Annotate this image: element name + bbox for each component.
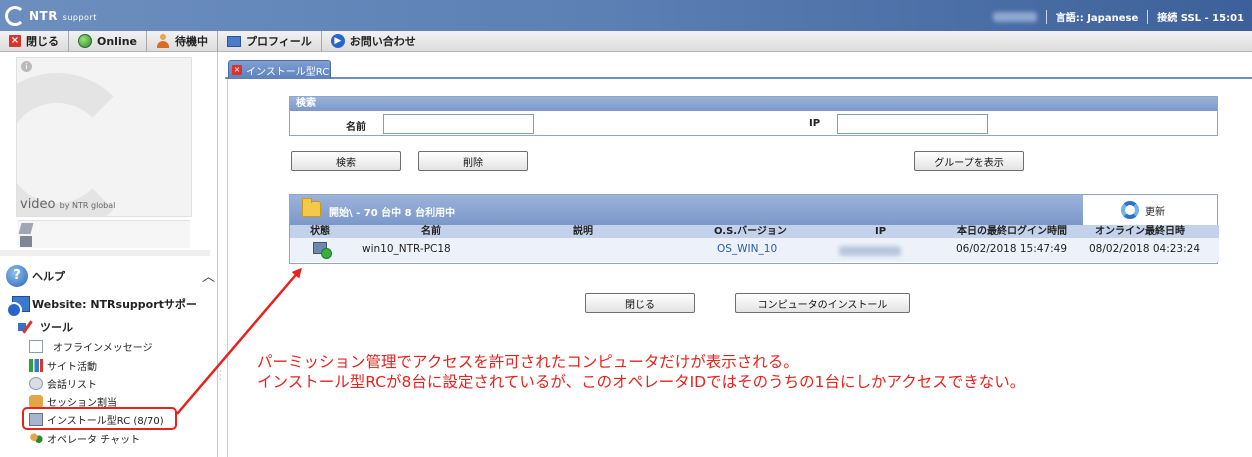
ip-label: IP	[809, 118, 821, 129]
search-panel: 検索 名前 IP	[289, 96, 1218, 136]
table-row[interactable]: win10_NTR-PC18 OS_WIN_10 06/02/2018 15:4…	[290, 238, 1219, 262]
name-input[interactable]	[383, 114, 534, 134]
close-button[interactable]: × 閉じる	[0, 30, 69, 52]
language-selector[interactable]: 言語:: Japanese	[1056, 9, 1139, 24]
show-groups-button[interactable]: グループを表示	[914, 151, 1024, 171]
close-icon: ×	[9, 35, 21, 47]
name-label: 名前	[346, 122, 366, 133]
chart-icon	[29, 359, 43, 372]
row-os: OS_WIN_10	[717, 243, 778, 255]
col-name[interactable]: 名前	[421, 225, 441, 238]
list-icon	[29, 377, 43, 390]
header-status-area: 言語:: Japanese 接続 SSL - 15:01	[992, 9, 1244, 24]
online-status-button[interactable]: Online	[69, 30, 148, 52]
box-icon[interactable]	[20, 236, 32, 247]
col-status[interactable]: 状態	[310, 225, 330, 238]
globe-icon	[78, 34, 92, 48]
pen-icon[interactable]	[18, 223, 34, 234]
computer-online-icon	[313, 242, 332, 259]
annotation-line-1: パーミッション管理でアクセスを許可されたコンピュータだけが表示される。	[257, 353, 799, 371]
video-label: video by NTR global	[20, 197, 116, 212]
results-title: 開始\ - 70 台中 8 台利用中	[329, 208, 456, 219]
website-icon	[6, 293, 30, 318]
help-icon: ?	[6, 265, 28, 287]
profile-button[interactable]: プロフィール	[218, 30, 322, 52]
refresh-icon	[1121, 201, 1139, 219]
row-last-login: 06/02/2018 15:47:49	[956, 243, 1068, 255]
sidebar-item-conversation-list[interactable]: 会話リスト	[29, 376, 97, 391]
close-dialog-button[interactable]: 閉じる	[585, 293, 695, 313]
connection-status: 接続 SSL - 15:01	[1157, 13, 1244, 24]
ip-input[interactable]	[837, 114, 988, 134]
sidebar-item-offline-message[interactable]: オフラインメッセージ	[29, 339, 153, 354]
tab-strip: × インストール型RC	[225, 59, 1252, 79]
install-computer-button[interactable]: コンピュータのインストール	[735, 293, 910, 313]
tab-close-icon[interactable]: ×	[232, 65, 242, 75]
tab-installed-rc[interactable]: × インストール型RC	[228, 60, 331, 79]
sidebar-item-tools[interactable]: ツール	[18, 319, 73, 335]
message-icon	[29, 340, 43, 353]
profile-card-icon	[227, 35, 242, 47]
arrow-right-icon: ▶	[330, 34, 345, 48]
sidebar-item-site-activity[interactable]: サイト活動	[29, 358, 97, 373]
video-panel: i video by NTR global	[16, 57, 192, 217]
info-icon[interactable]: i	[21, 61, 32, 72]
tools-icon	[18, 320, 36, 334]
results-header: 開始\ - 70 台中 8 台利用中 更新	[290, 195, 1217, 225]
col-last-online[interactable]: オンライン最終日時	[1095, 225, 1185, 238]
standby-button[interactable]: 待機中	[147, 30, 219, 52]
refresh-button[interactable]: 更新	[1083, 195, 1217, 225]
video-controls	[18, 220, 190, 248]
search-button[interactable]: 検索	[291, 151, 401, 171]
chat-icon	[29, 432, 43, 445]
row-ip-redacted	[839, 246, 901, 256]
annotation-text: パーミッション管理でアクセスを許可されたコンピュータだけが表示される。 インスト…	[257, 352, 1025, 392]
col-last-login[interactable]: 本日の最終ログイン時間	[957, 225, 1067, 238]
computer-list-panel: 開始\ - 70 台中 8 台利用中 更新 状態 名前 説明 O.S.バージョン…	[289, 194, 1219, 264]
top-header-bar: NTR support 言語:: Japanese 接続 SSL - 15:01	[0, 0, 1252, 31]
delete-button[interactable]: 削除	[418, 151, 528, 171]
operator-icon	[156, 34, 170, 48]
sidebar-item-website[interactable]: Website: NTRsupportサポー	[6, 293, 197, 318]
ntr-logo-icon	[5, 6, 25, 26]
splitter-grip-icon[interactable]: · · ·	[219, 368, 222, 384]
ntr-watermark-icon	[17, 73, 137, 216]
collapse-chevron-icon[interactable]: ︿	[202, 266, 215, 285]
row-last-online: 08/02/2018 04:23:24	[1089, 243, 1201, 255]
sidebar-item-operator-chat[interactable]: オペレータ チャット	[29, 431, 140, 446]
operator-name-redacted	[992, 11, 1037, 22]
annotation-highlight-box	[22, 407, 177, 430]
row-name[interactable]: win10_NTR-PC18	[362, 243, 451, 255]
search-panel-header: 検索	[290, 97, 1217, 111]
col-ip[interactable]: IP	[875, 225, 886, 238]
sidebar-item-help[interactable]: ? ヘルプ	[6, 265, 65, 287]
col-description[interactable]: 説明	[573, 225, 593, 238]
ntr-support-logo: NTR support	[5, 6, 97, 26]
folder-icon	[302, 198, 321, 217]
main-toolbar: × 閉じる Online 待機中 プロフィール ▶ お問い合わせ	[0, 30, 1252, 52]
logo-brand: NTR support	[29, 9, 97, 23]
annotation-line-2: インストール型RCが8台に設定されているが、このオペレータIDではそのうちの1台…	[257, 373, 1026, 391]
table-header: 状態 名前 説明 O.S.バージョン IP 本日の最終ログイン時間 オンライン最…	[290, 225, 1219, 238]
contact-button[interactable]: ▶ お問い合わせ	[322, 31, 425, 52]
col-os-version[interactable]: O.S.バージョン	[714, 225, 787, 238]
